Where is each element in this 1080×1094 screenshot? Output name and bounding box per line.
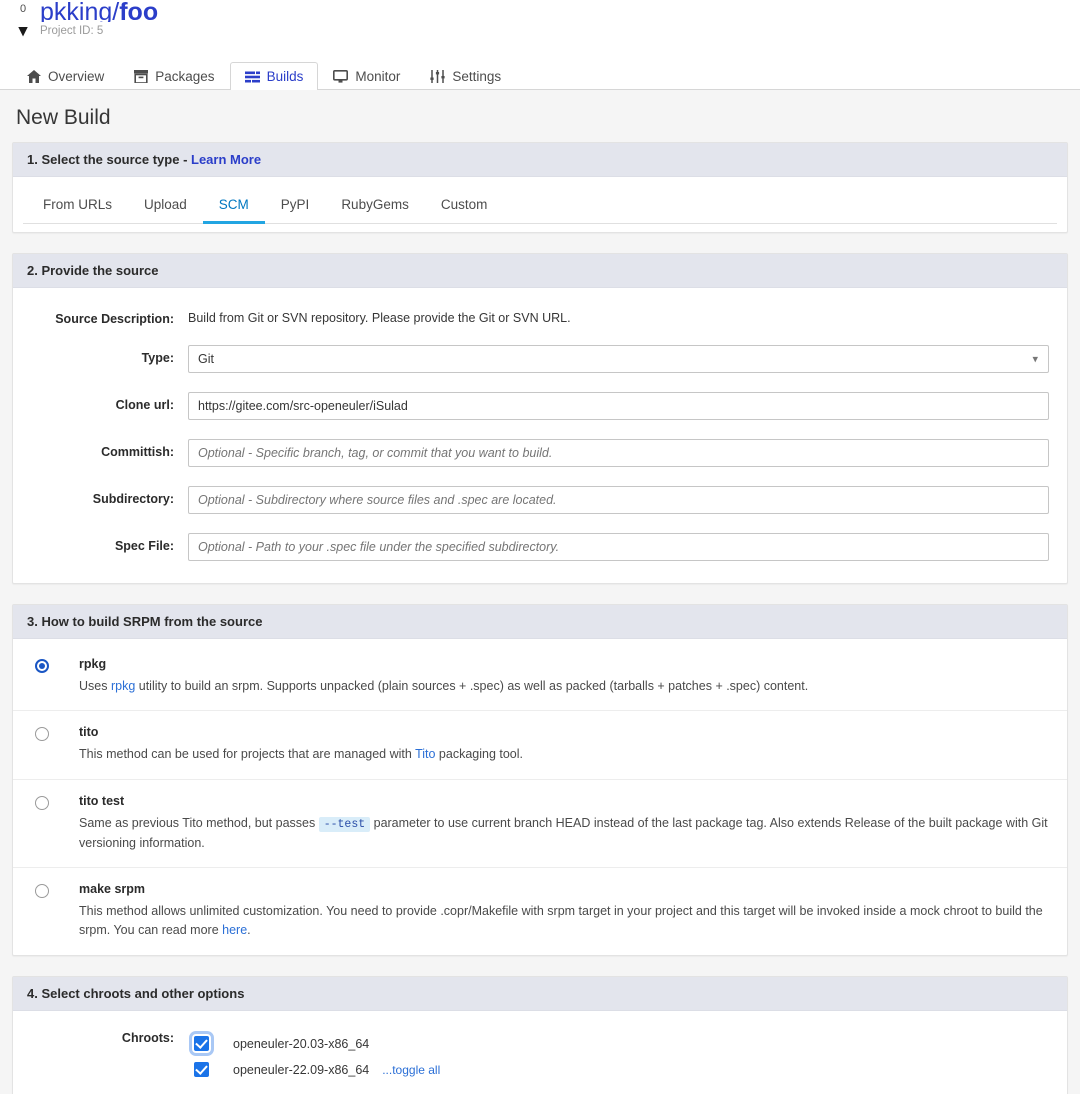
- subdirectory-input[interactable]: [188, 486, 1049, 514]
- source-tab-custom[interactable]: Custom: [425, 191, 504, 224]
- nav-tab-packages-label: Packages: [155, 69, 214, 84]
- test-flag-code: --test: [319, 817, 370, 832]
- srpm-option-tito[interactable]: tito This method can be used for project…: [13, 711, 1067, 779]
- clone-url-label: Clone url:: [13, 392, 188, 412]
- source-tab-rubygems[interactable]: RubyGems: [325, 191, 425, 224]
- row-spec-file: Spec File:: [13, 533, 1053, 561]
- section-4-heading: 4. Select chroots and other options: [13, 977, 1067, 1011]
- source-tab-pypi[interactable]: PyPI: [265, 191, 326, 224]
- rpkg-link[interactable]: rpkg: [111, 679, 135, 693]
- srpm-option-make-srpm[interactable]: make srpm This method allows unlimited c…: [13, 868, 1067, 955]
- section-srpm-method: 3. How to build SRPM from the source rpk…: [12, 604, 1068, 956]
- row-type: Type: ▾: [13, 345, 1053, 373]
- source-tab-from-urls[interactable]: From URLs: [27, 191, 128, 224]
- project-id-label: Project ID: 5: [40, 25, 1080, 37]
- list-icon: [245, 71, 260, 83]
- srpm-option-make-srpm-desc: This method allows unlimited customizati…: [79, 902, 1061, 941]
- source-type-tabs: From URLs Upload SCM PyPI RubyGems Custo…: [23, 191, 1057, 224]
- nav-tab-settings-label: Settings: [452, 69, 501, 84]
- nav-tab-builds[interactable]: Builds: [230, 62, 319, 90]
- notification-column: 0 ▾: [6, 0, 40, 38]
- committish-label: Committish:: [13, 439, 188, 459]
- type-label: Type:: [13, 345, 188, 365]
- spec-file-label: Spec File:: [13, 533, 188, 553]
- nav-tab-settings[interactable]: Settings: [415, 62, 516, 90]
- row-committish: Committish:: [13, 439, 1053, 467]
- row-chroots: Chroots: openeuler-20.03-x86_64 openeule…: [13, 1029, 1053, 1085]
- chroot-checkbox-openeuler-2003[interactable]: [194, 1036, 209, 1051]
- home-icon: [27, 70, 41, 83]
- chroot-row[interactable]: openeuler-22.09-x86_64 ...toggle all: [188, 1059, 1049, 1081]
- srpm-option-make-srpm-title: make srpm: [79, 882, 1061, 896]
- srpm-option-rpkg-desc: Uses rpkg utility to build an srpm. Supp…: [79, 677, 1061, 696]
- srpm-option-rpkg-title: rpkg: [79, 657, 1061, 671]
- radio-tito[interactable]: [35, 727, 49, 741]
- nav-tab-overview[interactable]: Overview: [12, 62, 119, 90]
- make-srpm-desc-post: .: [247, 923, 250, 937]
- radio-rpkg[interactable]: [35, 659, 49, 673]
- section-1-heading-text: 1. Select the source type -: [27, 152, 191, 167]
- section-chroots: 4. Select chroots and other options Chro…: [12, 976, 1068, 1094]
- nav-tab-monitor[interactable]: Monitor: [318, 62, 415, 90]
- row-clone-url: Clone url:: [13, 392, 1053, 420]
- section-source-type: 1. Select the source type - Learn More F…: [12, 142, 1068, 233]
- tito-link[interactable]: Tito: [415, 747, 435, 761]
- chroot-checkbox-list: openeuler-20.03-x86_64 openeuler-22.09-x…: [188, 1029, 1049, 1081]
- notification-count: 0: [6, 0, 40, 18]
- srpm-option-rpkg[interactable]: rpkg Uses rpkg utility to build an srpm.…: [13, 643, 1067, 711]
- srpm-option-tito-title: tito: [79, 725, 1061, 739]
- chroots-label: Chroots:: [13, 1029, 188, 1045]
- learn-more-link[interactable]: Learn More: [191, 152, 261, 167]
- chroot-label: openeuler-20.03-x86_64: [233, 1037, 369, 1051]
- tito-desc-post: packaging tool.: [435, 747, 523, 761]
- nav-tab-monitor-label: Monitor: [355, 69, 400, 84]
- project-owner-link[interactable]: pkking: [40, 0, 112, 22]
- here-link[interactable]: here: [222, 923, 247, 937]
- srpm-option-tito-desc: This method can be used for projects tha…: [79, 745, 1061, 764]
- row-source-description: Source Description: Build from Git or SV…: [13, 306, 1053, 326]
- source-description-value: Build from Git or SVN repository. Please…: [188, 306, 1049, 325]
- type-select[interactable]: [188, 345, 1049, 373]
- section-1-heading: 1. Select the source type - Learn More: [13, 143, 1067, 177]
- sliders-icon: [430, 70, 445, 83]
- chroot-label: openeuler-22.09-x86_64: [233, 1063, 369, 1077]
- source-tab-upload[interactable]: Upload: [128, 191, 203, 224]
- toggle-all-link[interactable]: ...toggle all: [382, 1063, 440, 1077]
- nav-tab-overview-label: Overview: [48, 69, 104, 84]
- monitor-icon: [333, 70, 348, 83]
- project-header: 0 ▾ pkking/foo Project ID: 5: [0, 0, 1080, 56]
- chroot-checkbox-openeuler-2209[interactable]: [194, 1062, 209, 1077]
- committish-input[interactable]: [188, 439, 1049, 467]
- clone-url-input[interactable]: [188, 392, 1049, 420]
- srpm-method-list: rpkg Uses rpkg utility to build an srpm.…: [13, 639, 1067, 955]
- srpm-option-tito-test-desc: Same as previous Tito method, but passes…: [79, 814, 1061, 853]
- radio-tito-test[interactable]: [35, 796, 49, 810]
- chevron-down-icon[interactable]: ▾: [6, 24, 40, 38]
- rpkg-desc-pre: Uses: [79, 679, 111, 693]
- source-description-label: Source Description:: [13, 306, 188, 326]
- project-nav-tabs: Overview Packages Builds Monitor Setting…: [0, 56, 1080, 90]
- page-title: New Build: [12, 90, 1068, 142]
- project-title: pkking/foo: [40, 0, 1080, 22]
- srpm-option-tito-test-title: tito test: [79, 794, 1061, 808]
- rpkg-desc-post: utility to build an srpm. Supports unpac…: [135, 679, 808, 693]
- nav-tab-packages[interactable]: Packages: [119, 62, 229, 90]
- source-tab-scm[interactable]: SCM: [203, 191, 265, 224]
- box-icon: [134, 70, 148, 83]
- row-subdirectory: Subdirectory:: [13, 486, 1053, 514]
- radio-make-srpm[interactable]: [35, 884, 49, 898]
- spec-file-input[interactable]: [188, 533, 1049, 561]
- section-3-heading: 3. How to build SRPM from the source: [13, 605, 1067, 639]
- tito-test-desc-pre: Same as previous Tito method, but passes: [79, 816, 319, 830]
- project-name-link[interactable]: foo: [119, 0, 158, 22]
- chroot-row[interactable]: openeuler-20.03-x86_64: [188, 1033, 1049, 1055]
- section-provide-source: 2. Provide the source Source Description…: [12, 253, 1068, 584]
- srpm-option-tito-test[interactable]: tito test Same as previous Tito method, …: [13, 780, 1067, 868]
- tito-desc-pre: This method can be used for projects tha…: [79, 747, 415, 761]
- section-2-heading: 2. Provide the source: [13, 254, 1067, 288]
- subdirectory-label: Subdirectory:: [13, 486, 188, 506]
- nav-tab-builds-label: Builds: [267, 69, 304, 84]
